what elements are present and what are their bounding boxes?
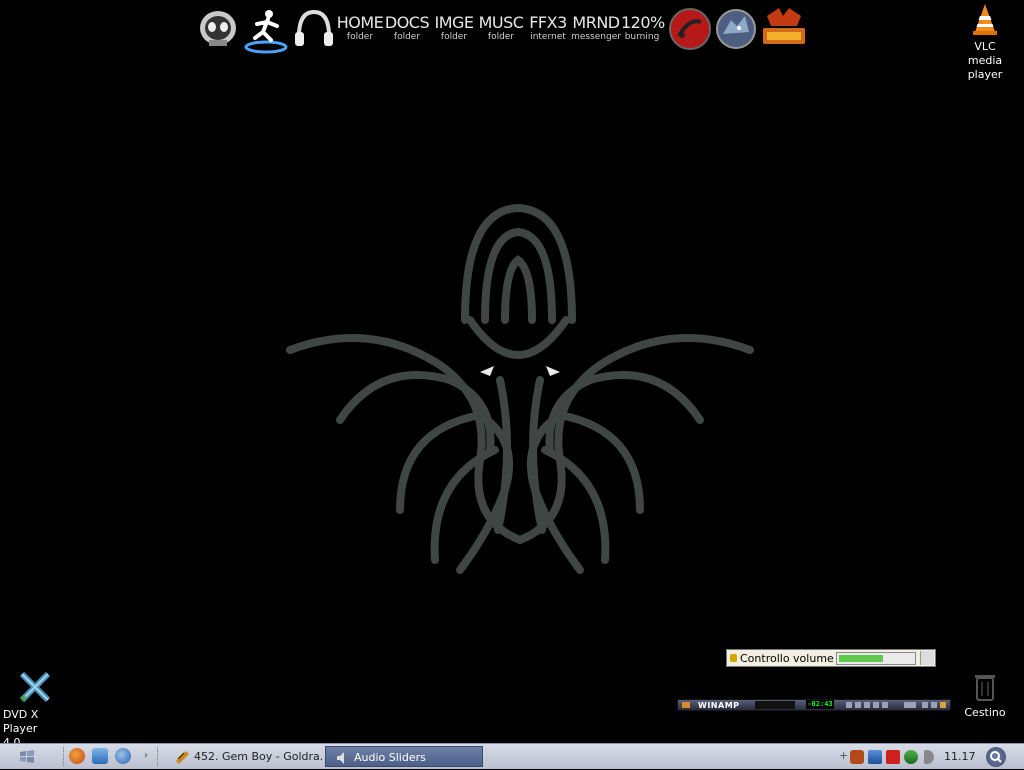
dock-item-label: 120% xyxy=(621,13,665,32)
tray-expand-icon[interactable]: + xyxy=(839,749,848,762)
winamp-logo-icon xyxy=(682,702,690,708)
tray-network-icon[interactable] xyxy=(868,750,882,764)
desktop-icon-vlc[interactable]: VLC media player xyxy=(956,2,1014,82)
dock-item-caption: folder xyxy=(440,32,468,42)
winamp-time: -02:43 xyxy=(806,700,834,709)
winamp-visualizer xyxy=(755,701,795,709)
system-clock[interactable]: 11.17 xyxy=(944,750,976,763)
dock-item-imge[interactable]: IMGE folder xyxy=(432,14,476,43)
dock-item-ffx3[interactable]: FFX3 internet xyxy=(525,14,571,43)
dragon-orb-icon[interactable] xyxy=(713,6,759,52)
taskbar-button-label: 452. Gem Boy - Goldra... xyxy=(194,750,322,763)
dock-item-label: FFX3 xyxy=(529,13,567,32)
headphones-icon[interactable] xyxy=(291,6,337,52)
volume-slider[interactable] xyxy=(836,652,916,665)
search-icon[interactable] xyxy=(986,747,1006,767)
dvd-x-icon xyxy=(0,670,72,708)
winamp-play-button[interactable] xyxy=(855,702,861,708)
desktop-icon-label-line1: DVD X Player xyxy=(3,708,39,735)
dock-item-home[interactable]: HOME folder xyxy=(336,14,384,43)
dock-item-label: HOME xyxy=(336,13,384,32)
alien-head-icon[interactable] xyxy=(195,6,241,52)
winamp-minibar[interactable]: WINAMP -02:43 xyxy=(677,699,951,711)
taskbar-button-gem-boy[interactable]: 452. Gem Boy - Goldra... xyxy=(166,746,322,767)
dock-item-caption: internet xyxy=(530,32,566,42)
dock-item-mrnd[interactable]: MRND messenger xyxy=(571,14,621,43)
dock-item-label: DOCS xyxy=(384,13,430,32)
quicklaunch-chevron-icon[interactable]: › xyxy=(144,750,148,761)
dock-item-caption: folder xyxy=(346,32,374,42)
tray-messenger-icon[interactable] xyxy=(904,750,918,764)
taskbar-button-label: Audio Sliders xyxy=(354,751,426,764)
volume-label: Controllo volume xyxy=(740,652,834,665)
launcher-dock: HOME folder DOCS folder IMGE folder MUSC… xyxy=(195,4,810,54)
desktop-icon-recycle-bin[interactable]: Cestino xyxy=(958,672,1012,720)
taskbar-separator xyxy=(157,747,159,766)
speaker-icon xyxy=(335,750,351,766)
winamp-minimize-button[interactable] xyxy=(922,702,928,708)
dock-item-caption: folder xyxy=(393,32,421,42)
wallpaper-cthulhu-emblem xyxy=(280,200,760,580)
taskbar-button-audio-sliders[interactable]: Audio Sliders xyxy=(325,746,483,767)
winamp-seek-bar[interactable] xyxy=(904,702,916,708)
trash-can-icon xyxy=(973,675,997,705)
dock-item-label: IMGE xyxy=(434,13,474,32)
desktop-icon-label: Cestino xyxy=(964,706,1006,719)
tray-ati-icon[interactable] xyxy=(886,750,900,764)
tray-volume-icon[interactable] xyxy=(924,750,934,764)
dock-item-docs[interactable]: DOCS folder xyxy=(384,14,430,43)
windows-flag-icon xyxy=(20,750,34,763)
dock-item-caption: messenger xyxy=(571,32,621,42)
taskbar: › 452. Gem Boy - Goldra... Audio Sliders… xyxy=(0,743,1024,769)
portal-runner-icon[interactable] xyxy=(243,6,289,54)
thunderbird-icon[interactable] xyxy=(115,748,131,764)
tray-dragon-icon[interactable] xyxy=(850,750,864,764)
winamp-shade-button[interactable] xyxy=(931,702,937,708)
winamp-close-button[interactable] xyxy=(940,702,946,708)
start-button[interactable] xyxy=(4,746,60,767)
dock-item-120[interactable]: 120% burning xyxy=(621,13,665,43)
music-file-icon xyxy=(174,749,190,767)
winamp-next-button[interactable] xyxy=(882,702,888,708)
winamp-prev-button[interactable] xyxy=(846,702,852,708)
dock-item-musc[interactable]: MUSC folder xyxy=(477,14,525,43)
winamp-title: WINAMP xyxy=(698,701,740,710)
volume-mute-button[interactable] xyxy=(920,651,934,665)
dock-item-caption: folder xyxy=(487,32,515,42)
dock-item-caption: burning xyxy=(624,32,660,42)
vlc-cone-icon xyxy=(971,4,999,39)
dock-item-label: MRND xyxy=(572,13,620,32)
volume-app-icon xyxy=(730,654,737,662)
dock-item-label: MUSC xyxy=(478,13,524,32)
volume-slider-fill xyxy=(839,655,883,662)
winamp-pause-button[interactable] xyxy=(864,702,870,708)
show-desktop-icon[interactable] xyxy=(92,748,108,764)
game-logo-icon[interactable] xyxy=(759,6,805,52)
red-media-disc-icon[interactable] xyxy=(667,6,713,52)
winamp-stop-button[interactable] xyxy=(873,702,879,708)
taskbar-separator xyxy=(63,747,65,766)
desktop-icon-label: VLC media player xyxy=(967,40,1003,81)
volume-control-popup[interactable]: Controllo volume xyxy=(726,649,936,667)
firefox-icon[interactable] xyxy=(69,748,85,764)
